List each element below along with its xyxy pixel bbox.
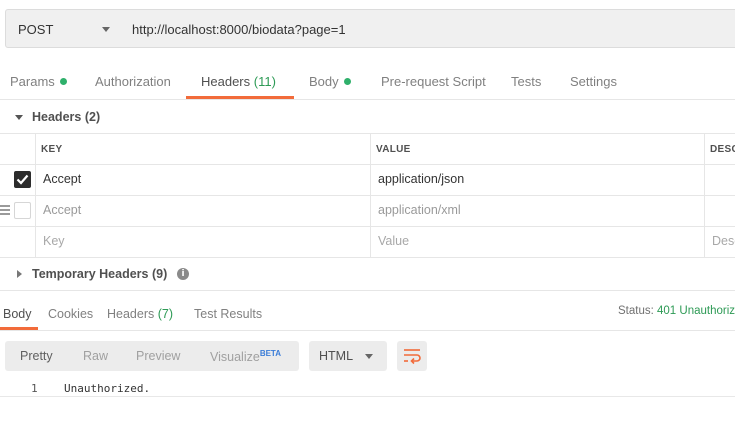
temporary-headers-title: Temporary Headers (9) xyxy=(32,267,167,281)
view-mode-bar: Pretty Raw Preview VisualizeBETA xyxy=(5,341,299,371)
column-header-description: DESC xyxy=(710,144,735,155)
table-row-new xyxy=(0,227,735,258)
chevron-down-icon xyxy=(102,27,110,32)
headers-title-count: (2) xyxy=(84,110,101,124)
info-icon[interactable]: i xyxy=(177,268,189,280)
response-tab-headers-count: (7) xyxy=(157,307,174,321)
status-value[interactable]: 401 Unauthoriz xyxy=(657,305,735,317)
header-value-cell[interactable]: application/json xyxy=(378,172,464,186)
tab-body[interactable]: Body xyxy=(309,74,351,89)
tab-tests-label: Tests xyxy=(511,74,542,89)
active-tab-indicator xyxy=(186,96,294,99)
response-body-line: Unauthorized. xyxy=(64,382,151,395)
wrap-lines-icon xyxy=(404,349,421,365)
url-text: http://localhost:8000/biodata?page=1 xyxy=(132,22,346,37)
format-selected: HTML xyxy=(319,349,354,363)
column-divider xyxy=(704,133,705,257)
active-response-tab-indicator xyxy=(0,327,38,330)
line-number: 1 xyxy=(31,382,38,395)
response-status: Status: 401 Unauthoriz xyxy=(618,305,735,317)
beta-badge: BETA xyxy=(259,349,281,358)
tab-authorization[interactable]: Authorization xyxy=(95,74,171,89)
request-bar: POST http://localhost:8000/biodata?page=… xyxy=(0,0,735,56)
checkmark-icon xyxy=(16,174,29,185)
headers-section-title: Headers (2) xyxy=(32,110,100,124)
view-visualize-label: Visualize xyxy=(210,350,260,364)
response-tab-body-label: Body xyxy=(3,307,32,321)
view-raw-button[interactable]: Raw xyxy=(83,349,108,363)
headers-table xyxy=(0,133,735,258)
temporary-headers-count: (9) xyxy=(151,267,168,281)
params-indicator-dot-icon xyxy=(59,78,67,85)
response-tab-test-results[interactable]: Test Results xyxy=(194,307,262,321)
response-tab-headers-label: Headers xyxy=(107,307,155,321)
response-tab-headers[interactable]: Headers (7) xyxy=(107,307,173,321)
drag-handle-icon[interactable] xyxy=(0,205,10,217)
temporary-headers-toggle[interactable]: Temporary Headers (9) i xyxy=(0,263,220,285)
response-tab-cookies[interactable]: Cookies xyxy=(48,307,93,321)
view-preview-button[interactable]: Preview xyxy=(136,349,180,363)
body-indicator-dot-icon xyxy=(343,78,351,85)
column-header-value: VALUE xyxy=(376,144,411,155)
column-divider xyxy=(35,133,36,257)
format-select[interactable]: HTML xyxy=(309,341,387,371)
table-row xyxy=(0,196,735,227)
view-visualize-button[interactable]: VisualizeBETA xyxy=(210,349,281,364)
header-key-cell[interactable]: Accept xyxy=(43,172,81,186)
header-key-cell[interactable]: Accept xyxy=(43,203,81,217)
headers-title-text: Headers xyxy=(32,110,82,124)
url-input[interactable]: http://localhost:8000/biodata?page=1 xyxy=(122,9,735,48)
column-divider xyxy=(370,133,371,257)
new-key-input[interactable]: Key xyxy=(43,234,65,248)
tab-tests[interactable]: Tests xyxy=(511,74,541,89)
collapse-caret-icon xyxy=(15,115,23,120)
temporary-headers-title-text: Temporary Headers xyxy=(32,267,149,281)
tab-settings-label: Settings xyxy=(570,74,617,89)
table-row xyxy=(0,165,735,196)
header-value-cell[interactable]: application/xml xyxy=(378,203,461,217)
response-tab-body[interactable]: Body xyxy=(3,307,32,321)
headers-section-toggle[interactable]: Headers (2) xyxy=(0,106,200,128)
tab-settings[interactable]: Settings xyxy=(570,74,617,89)
tab-authorization-label: Authorization xyxy=(95,74,171,89)
chevron-down-icon xyxy=(365,354,373,359)
status-label: Status: xyxy=(618,305,654,317)
tab-headers-label: Headers xyxy=(201,74,251,89)
tab-headers-count: (11) xyxy=(253,74,276,89)
tab-params[interactable]: Params xyxy=(10,74,67,89)
header-enabled-checkbox[interactable] xyxy=(14,202,31,219)
tab-pre-request-script-label: Pre-request Script xyxy=(381,74,486,89)
view-pretty-button[interactable]: Pretty xyxy=(20,349,53,363)
column-header-key: KEY xyxy=(41,144,63,155)
request-tabs: Params Authorization Headers (11) Body P… xyxy=(0,64,735,100)
method-label: POST xyxy=(18,22,54,37)
header-enabled-checkbox[interactable] xyxy=(14,171,31,188)
tab-headers[interactable]: Headers (11) xyxy=(201,74,276,89)
method-select[interactable]: POST xyxy=(5,9,123,48)
table-header-row xyxy=(0,134,735,165)
new-value-input[interactable]: Value xyxy=(378,234,409,248)
new-description-input[interactable]: Desc xyxy=(712,234,735,248)
tab-params-label: Params xyxy=(10,74,55,89)
expand-caret-icon xyxy=(17,270,22,278)
tab-pre-request-script[interactable]: Pre-request Script xyxy=(381,74,486,89)
wrap-lines-button[interactable] xyxy=(397,341,427,371)
response-tab-test-results-label: Test Results xyxy=(194,307,263,321)
tab-body-label: Body xyxy=(309,74,339,89)
response-tab-cookies-label: Cookies xyxy=(48,307,94,321)
